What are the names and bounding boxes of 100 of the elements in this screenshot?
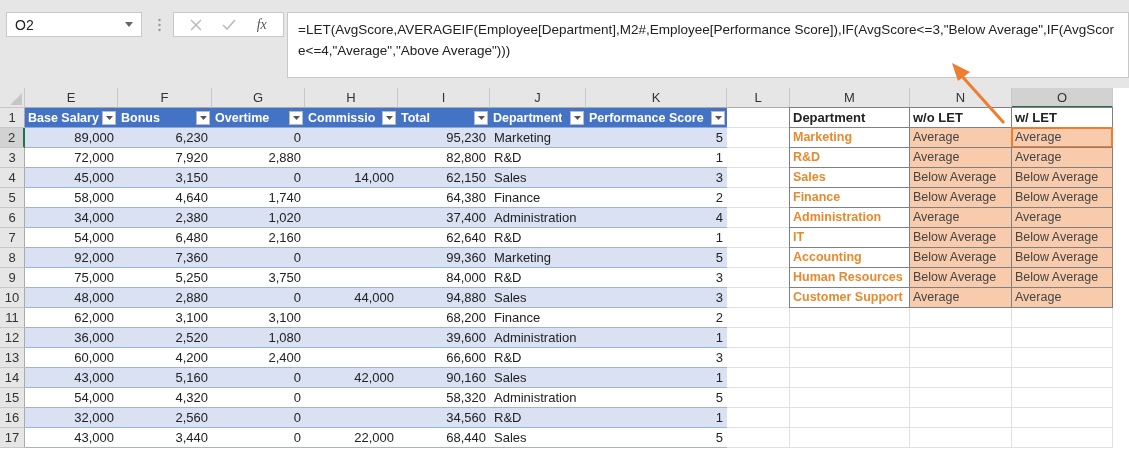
table-cell: Sales <box>490 368 586 388</box>
table-cell: 89,000 <box>25 128 118 148</box>
table-cell: R&D <box>490 408 586 428</box>
formula-field[interactable]: =LET(AvgScore,AVERAGEIF(Employee[Department],M2#,Employee[Performance Score]),IF(AvgScore<=3,"Below Average",IF(AvgScore<=4,"Average","Above Average"))) <box>287 12 1129 78</box>
table-cell: 62,150 <box>398 168 490 188</box>
column-header[interactable]: J <box>490 88 586 108</box>
column-header[interactable]: N <box>910 88 1012 108</box>
column-header[interactable]: M <box>790 88 910 108</box>
table-cell: 95,230 <box>398 128 490 148</box>
column-header[interactable]: K <box>586 88 727 108</box>
table-cell: 92,000 <box>25 248 118 268</box>
table-cell: Administration <box>490 328 586 348</box>
table-cell: Sales <box>490 288 586 308</box>
row-header[interactable]: 6 <box>0 208 25 228</box>
insert-function-button[interactable]: fx <box>256 16 267 33</box>
filter-button[interactable] <box>570 110 584 125</box>
column-header[interactable]: I <box>398 88 490 108</box>
table-cell: 34,000 <box>25 208 118 228</box>
table-cell: 14,000 <box>305 168 398 188</box>
table-cell: 0 <box>212 248 305 268</box>
table-cell: 45,000 <box>25 168 118 188</box>
row-header[interactable]: 2 <box>0 128 25 148</box>
table-cell: 2,520 <box>118 328 212 348</box>
row-header[interactable]: 17 <box>0 428 25 448</box>
caret-icon <box>292 115 300 120</box>
row-header[interactable]: 13 <box>0 348 25 368</box>
column-header[interactable]: F <box>118 88 212 108</box>
table-cell: Marketing <box>490 248 586 268</box>
row-header[interactable]: 9 <box>0 268 25 288</box>
caret-icon <box>199 115 207 120</box>
table-cell: 4 <box>586 208 727 228</box>
table-cell: 37,400 <box>398 208 490 228</box>
table-cell: 1,020 <box>212 208 305 228</box>
table-cell: 1 <box>586 328 727 348</box>
table-cell: 1 <box>586 368 727 388</box>
triangle-icon <box>10 93 22 105</box>
row-header[interactable]: 4 <box>0 168 25 188</box>
filter-button[interactable] <box>382 110 396 125</box>
column-header[interactable]: H <box>305 88 398 108</box>
table-cell: 2,880 <box>118 288 212 308</box>
column-header[interactable]: L <box>727 88 790 108</box>
caret-icon <box>125 22 133 27</box>
table-cell: 1 <box>586 408 727 428</box>
table-cell: 94,880 <box>398 288 490 308</box>
table-cell: 0 <box>212 128 305 148</box>
row-header[interactable]: 16 <box>0 408 25 428</box>
filter-button[interactable] <box>196 110 210 125</box>
row-header[interactable]: 8 <box>0 248 25 268</box>
row-header[interactable]: 7 <box>0 228 25 248</box>
row-header[interactable]: 3 <box>0 148 25 168</box>
summary-cell: Average <box>1011 207 1113 228</box>
caret-icon <box>105 115 113 120</box>
row-header[interactable]: 12 <box>0 328 25 348</box>
column-title: Department <box>493 110 563 125</box>
row-header[interactable]: 1 <box>0 108 25 128</box>
column-title: Performance Score <box>589 110 704 125</box>
table-cell: 36,000 <box>25 328 118 348</box>
table-cell: 34,560 <box>398 408 490 428</box>
summary-cell: Average <box>909 287 1012 308</box>
summary-cell: Average <box>1011 147 1113 168</box>
summary-cell: Below Average <box>1011 267 1113 288</box>
table-cell: 3 <box>586 168 727 188</box>
summary-header-cell: w/ LET <box>1011 107 1113 128</box>
column-header[interactable]: E <box>25 88 118 108</box>
column-title: Base Salary <box>28 110 99 125</box>
filter-button[interactable] <box>711 110 725 125</box>
table-cell: 3,150 <box>118 168 212 188</box>
row-header[interactable]: 14 <box>0 368 25 388</box>
table-cell: 5 <box>586 248 727 268</box>
table-cell: 5 <box>586 128 727 148</box>
summary-cell: Below Average <box>1011 187 1113 208</box>
filter-button[interactable] <box>102 110 116 125</box>
column-header[interactable]: O <box>1012 88 1113 108</box>
column-header[interactable]: G <box>212 88 305 108</box>
table-cell: 5,160 <box>118 368 212 388</box>
check-icon[interactable] <box>222 18 237 31</box>
table-cell: 90,160 <box>398 368 490 388</box>
table-cell: 6,230 <box>118 128 212 148</box>
summary-cell: Below Average <box>1011 167 1113 188</box>
column-title: Commissio <box>308 110 376 125</box>
caret-icon <box>477 115 485 120</box>
name-box[interactable]: O2 <box>6 12 142 37</box>
row-header[interactable]: 15 <box>0 388 25 408</box>
filter-button[interactable] <box>289 110 303 125</box>
table-cell: 48,000 <box>25 288 118 308</box>
column-title: Bonus <box>121 110 160 125</box>
table-cell: 3 <box>586 288 727 308</box>
row-header[interactable]: 5 <box>0 188 25 208</box>
filter-button[interactable] <box>474 110 488 125</box>
table-cell: 32,000 <box>25 408 118 428</box>
row-header[interactable]: 10 <box>0 288 25 308</box>
table-cell: 44,000 <box>305 288 398 308</box>
table-cell: 1,080 <box>212 328 305 348</box>
summary-cell: Below Average <box>1011 227 1113 248</box>
table-cell: 99,360 <box>398 248 490 268</box>
summary-cell: Below Average <box>1011 247 1113 268</box>
table-cell: 2,560 <box>118 408 212 428</box>
row-header[interactable]: 11 <box>0 308 25 328</box>
table-cell: 43,000 <box>25 368 118 388</box>
caret-icon <box>573 115 581 120</box>
